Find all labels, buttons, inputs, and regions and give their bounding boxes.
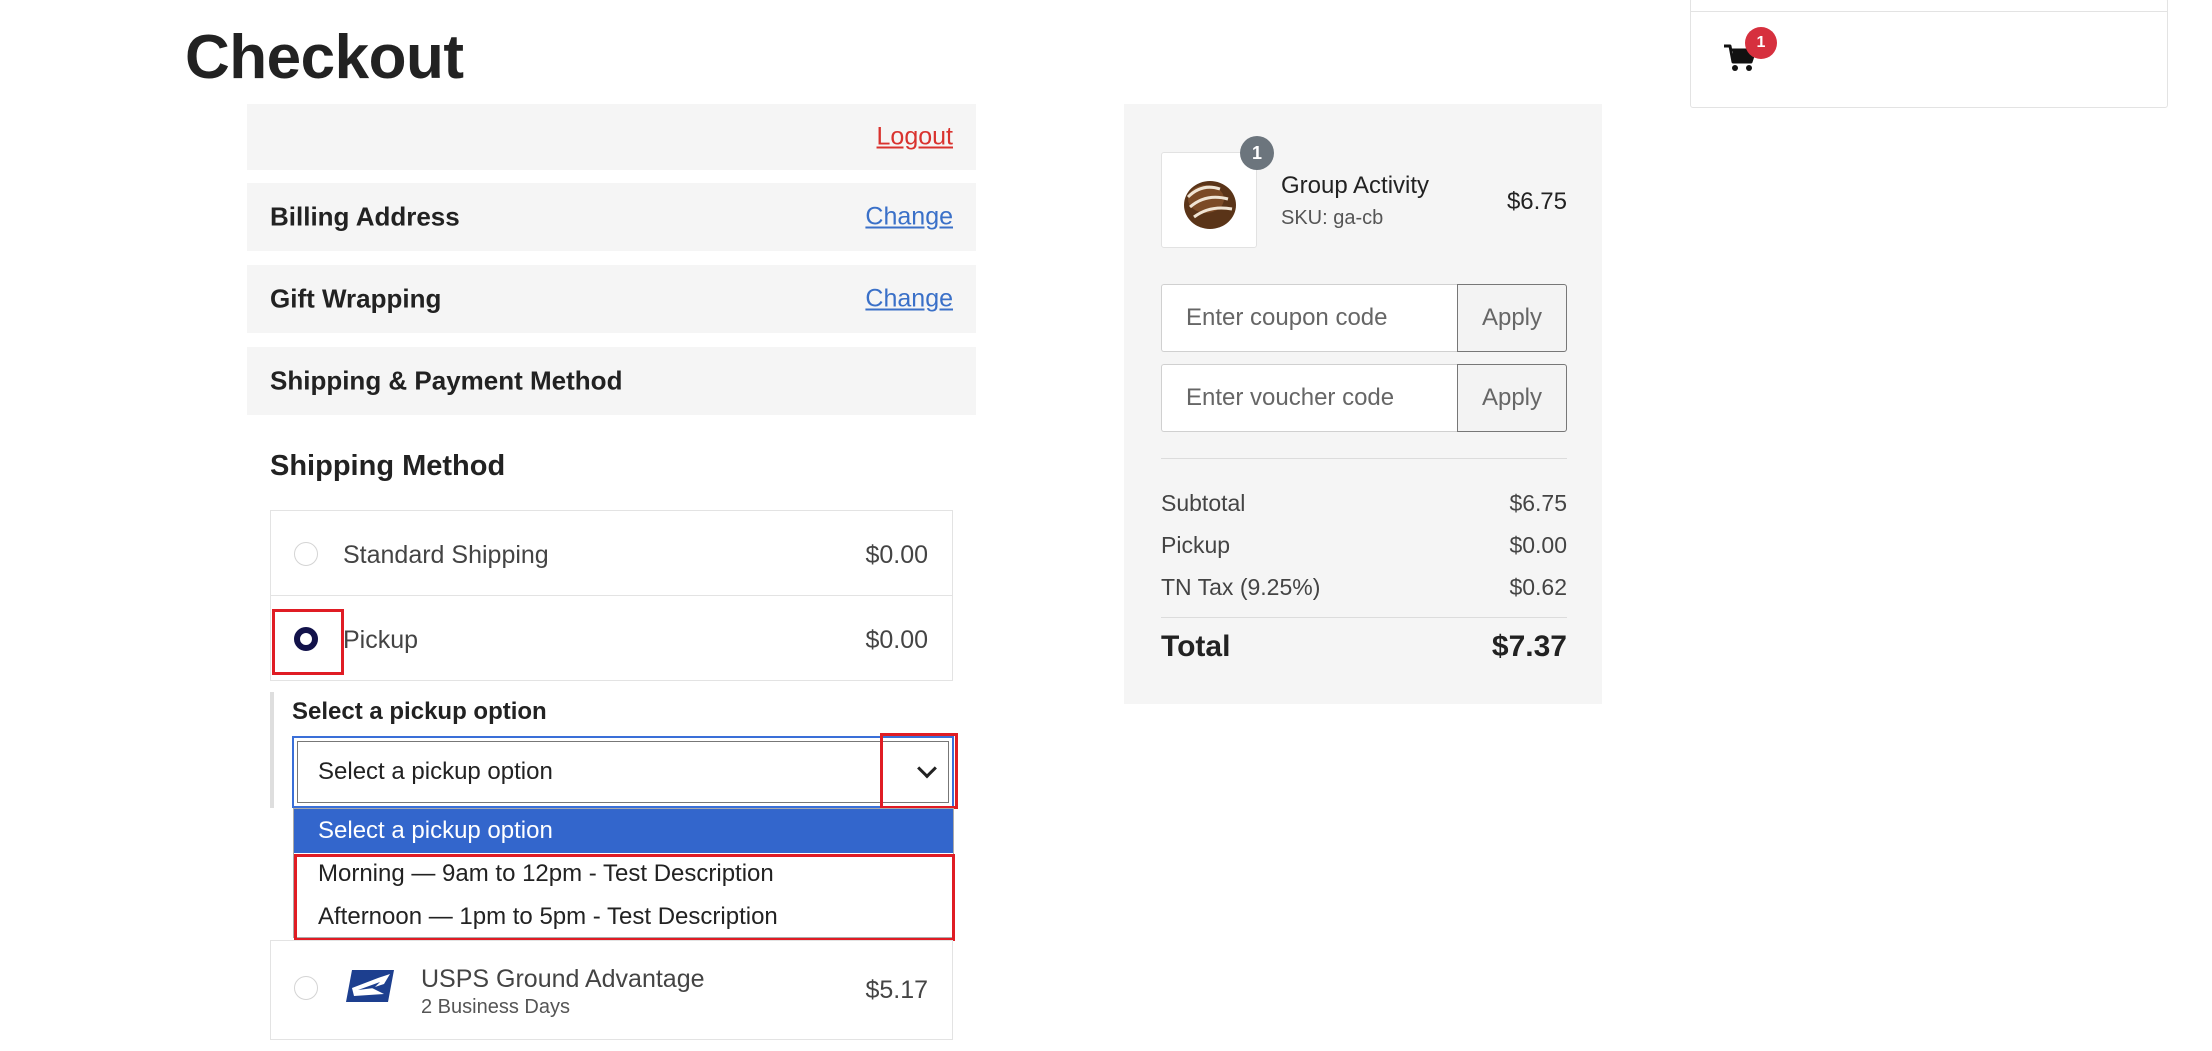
shipping-option-standard[interactable]: Standard Shipping $0.00 <box>270 510 953 596</box>
shipping-option-label: Pickup <box>343 626 419 654</box>
item-price: $6.75 <box>1506 188 1567 215</box>
pickup-dropdown-option[interactable]: Select a pickup option <box>294 809 953 853</box>
tax-label: TN Tax (9.25%) <box>1161 574 1321 600</box>
standard-radio[interactable] <box>294 542 318 566</box>
shipping-option-price: $5.17 <box>865 976 928 1004</box>
total-value: $7.37 <box>1491 630 1567 663</box>
shipping-option-label: USPS Ground Advantage <box>421 965 705 993</box>
billing-address-section: Billing Address Change <box>247 183 976 251</box>
total-label: Total <box>1161 630 1231 663</box>
billing-address-title: Billing Address <box>270 201 460 232</box>
summary-divider <box>1161 458 1567 459</box>
shipping-option-label: Standard Shipping <box>343 541 549 569</box>
account-bar: Logout <box>247 104 976 170</box>
shipping-option-price: $0.00 <box>865 626 928 654</box>
dropdown-arrow-highlight <box>880 733 958 809</box>
shipping-payment-section: Shipping & Payment Method <box>247 347 976 415</box>
logout-link[interactable]: Logout <box>877 123 953 152</box>
billing-change-link[interactable]: Change <box>865 203 953 232</box>
pickup-radio-highlight <box>272 609 344 675</box>
shipping-payment-title: Shipping & Payment Method <box>270 365 623 396</box>
mini-cart: 1 <box>1690 0 2168 108</box>
dropdown-options-highlight <box>294 854 955 941</box>
shipping-method-title: Shipping Method <box>270 450 506 482</box>
product-thumbnail <box>1161 152 1257 248</box>
gift-wrapping-title: Gift Wrapping <box>270 283 442 314</box>
pickup-cost-label: Pickup <box>1161 532 1231 558</box>
page-title: Checkout <box>185 23 464 92</box>
tax-value: $0.62 <box>1509 574 1567 600</box>
item-name: Group Activity <box>1281 172 1430 199</box>
shipping-option-sub: 2 Business Days <box>421 996 570 1018</box>
item-sku: SKU: ga-cb <box>1281 207 1384 229</box>
coupon-apply-button[interactable]: Apply <box>1457 284 1567 352</box>
chocolate-truffle-image <box>1184 181 1236 229</box>
usps-eagle-icon <box>346 970 394 1002</box>
pickup-select-label: Select a pickup option <box>292 698 547 725</box>
subtotal-label: Subtotal <box>1161 490 1246 516</box>
shipping-option-price: $0.00 <box>865 541 928 569</box>
voucher-input[interactable] <box>1161 364 1457 432</box>
usps-radio[interactable] <box>294 976 318 1000</box>
voucher-group: Apply <box>1161 364 1567 432</box>
subtotal-value: $6.75 <box>1509 490 1567 516</box>
gift-change-link[interactable]: Change <box>865 285 953 314</box>
pickup-option-bar <box>270 692 274 808</box>
item-quantity-badge: 1 <box>1240 136 1274 170</box>
voucher-apply-button[interactable]: Apply <box>1457 364 1567 432</box>
pickup-select-value: Select a pickup option <box>318 758 553 785</box>
gift-wrapping-section: Gift Wrapping Change <box>247 265 976 333</box>
pickup-select[interactable]: Select a pickup option <box>292 736 954 808</box>
cart-count-badge: 1 <box>1745 27 1777 59</box>
summary-divider <box>1161 617 1567 618</box>
shipping-option-pickup[interactable]: Pickup $0.00 <box>270 595 953 681</box>
pickup-cost-value: $0.00 <box>1509 532 1567 558</box>
mini-cart-header <box>1691 0 2167 12</box>
coupon-input[interactable] <box>1161 284 1457 352</box>
coupon-group: Apply <box>1161 284 1567 352</box>
